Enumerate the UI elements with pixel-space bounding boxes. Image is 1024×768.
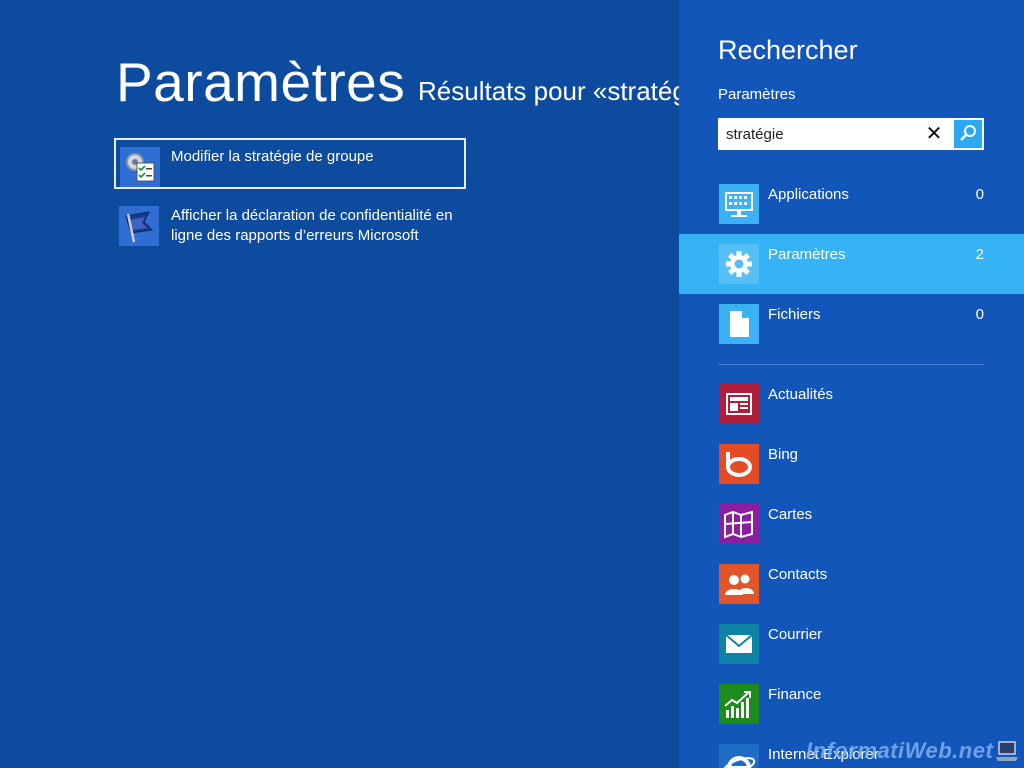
internet-explorer-icon: [719, 744, 759, 768]
category-label: Applications: [768, 186, 849, 203]
results-heading: Résultats pour «stratég: [418, 76, 679, 106]
contacts-icon: [719, 564, 759, 604]
group-policy-icon: [120, 147, 160, 187]
page-title: Paramètres: [116, 51, 406, 113]
category-count: 0: [975, 306, 984, 323]
settings-gear-icon: [719, 244, 759, 284]
category-count: 2: [975, 246, 984, 263]
search-pane: Rechercher Paramètres ✕ Applications 0: [679, 0, 1024, 768]
laptop-icon: [994, 738, 1020, 764]
search-scope-label: Paramètres: [718, 86, 796, 103]
app-label: Bing: [768, 446, 799, 463]
app-label: Cartes: [768, 506, 813, 523]
app-label: Contacts: [768, 566, 828, 583]
app-mail[interactable]: Courrier: [679, 614, 1024, 674]
search-pane-title: Rechercher: [718, 35, 858, 65]
app-contacts[interactable]: Contacts: [679, 554, 1024, 614]
mail-icon: [719, 624, 759, 664]
result-item-group-policy[interactable]: Modifier la stratégie de groupe: [114, 138, 466, 189]
search-box: ✕: [718, 118, 984, 150]
applications-icon: [719, 184, 759, 224]
category-settings[interactable]: Paramètres 2: [679, 234, 1024, 294]
bing-icon: [719, 444, 759, 484]
result-label: Afficher la déclaration de confidentiali…: [171, 207, 453, 244]
app-label: Finance: [768, 686, 822, 703]
search-results-area: Paramètres Résultats pour «stratég Modif…: [0, 0, 679, 768]
app-news[interactable]: Actualités: [679, 374, 1024, 434]
result-label: Modifier la stratégie de groupe: [171, 148, 374, 165]
category-label: Paramètres: [768, 246, 846, 263]
category-applications[interactable]: Applications 0: [679, 174, 1024, 234]
finance-icon: [719, 684, 759, 724]
category-files[interactable]: Fichiers 0: [679, 294, 1024, 354]
flag-icon: [119, 206, 159, 246]
app-label: Actualités: [768, 386, 834, 403]
app-bing[interactable]: Bing: [679, 434, 1024, 494]
maps-icon: [719, 504, 759, 544]
app-finance[interactable]: Finance: [679, 674, 1024, 734]
category-count: 0: [975, 186, 984, 203]
news-icon: [719, 384, 759, 424]
clear-icon[interactable]: ✕: [922, 121, 946, 147]
watermark: InformatiWeb.net: [806, 738, 994, 763]
search-button[interactable]: [954, 120, 982, 148]
app-label: Courrier: [768, 626, 823, 643]
search-icon: [960, 125, 976, 141]
app-maps[interactable]: Cartes: [679, 494, 1024, 554]
result-item-privacy-statement[interactable]: Afficher la déclaration de confidentiali…: [114, 198, 466, 249]
file-icon: [719, 304, 759, 344]
category-label: Fichiers: [768, 306, 821, 323]
search-input[interactable]: [726, 124, 922, 144]
divider: [718, 364, 984, 365]
